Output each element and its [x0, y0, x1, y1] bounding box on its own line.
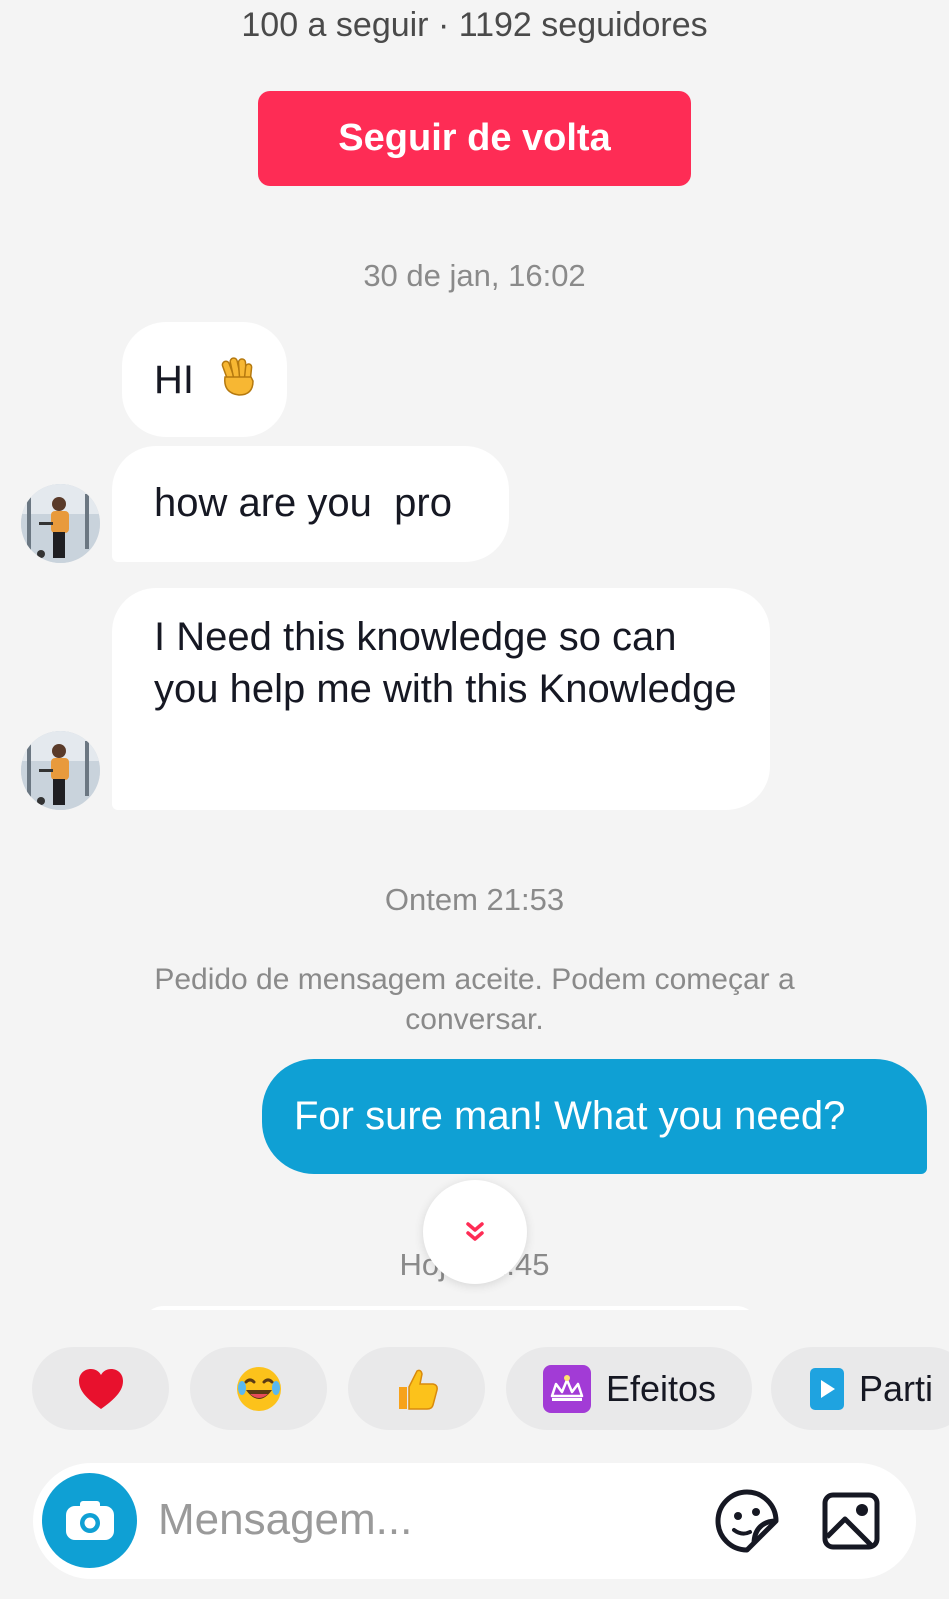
message-text: I Need this knowledge so can you help me…	[154, 615, 737, 711]
timestamp-1: 30 de jan, 16:02	[363, 258, 586, 293]
sticker-icon	[715, 1489, 779, 1553]
sticker-button[interactable]	[712, 1486, 782, 1556]
quick-thumbsup-button[interactable]	[348, 1347, 485, 1430]
system-note: Pedido de mensagem aceite. Podem começar…	[154, 963, 795, 1036]
laughing-face-icon	[236, 1366, 281, 1411]
message-text: how are you pro	[154, 481, 452, 525]
gallery-button[interactable]	[816, 1486, 886, 1556]
camera-button[interactable]	[42, 1473, 137, 1568]
quick-laugh-button[interactable]	[190, 1347, 327, 1430]
incoming-message[interactable]: HI	[122, 322, 287, 437]
quick-heart-button[interactable]	[32, 1347, 169, 1430]
heart-icon	[78, 1368, 123, 1409]
share-label: Parti	[859, 1367, 934, 1409]
quick-effects-button[interactable]: Efeitos	[506, 1347, 752, 1430]
incoming-message[interactable]: I Need this knowledge so can you help me…	[112, 588, 770, 810]
thumbs-up-icon	[398, 1369, 438, 1410]
quick-share-button[interactable]: Parti	[771, 1347, 949, 1430]
message-text: HI	[154, 358, 194, 403]
follow-back-button[interactable]: Seguir de volta	[258, 91, 691, 186]
chevron-double-down-icon	[466, 1222, 484, 1241]
outgoing-message[interactable]: For sure man! What you need?	[262, 1059, 927, 1174]
timestamp-2: Ontem 21:53	[384, 882, 565, 917]
gallery-icon	[822, 1492, 880, 1550]
avatar[interactable]	[21, 484, 100, 563]
avatar[interactable]	[21, 731, 100, 810]
follow-stats: 100 a seguir · 1192 seguidores	[241, 6, 708, 44]
scroll-to-bottom-button[interactable]	[423, 1180, 527, 1284]
camera-icon	[65, 1500, 114, 1540]
effects-icon	[542, 1364, 591, 1413]
message-text: For sure man! What you need?	[294, 1094, 846, 1138]
share-play-icon	[810, 1367, 844, 1410]
incoming-message[interactable]: how are you pro	[112, 446, 509, 562]
message-input[interactable]	[158, 1485, 688, 1555]
effects-label: Efeitos	[605, 1367, 717, 1409]
waving-hand-icon	[215, 353, 261, 412]
